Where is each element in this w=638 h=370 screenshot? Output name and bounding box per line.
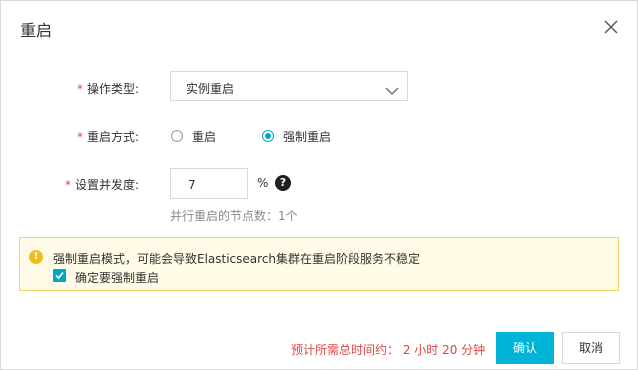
radio-force-restart[interactable]: 强制重启 (262, 128, 331, 144)
warning-banner: ! 强制重启模式，可能会导致Elasticsearch集群在重启阶段服务不稳定 … (19, 237, 619, 291)
concurrency-input[interactable]: 7 (170, 168, 248, 199)
radio-force-restart-label: 强制重启 (283, 129, 332, 144)
operation-type-value: 实例重启 (186, 82, 235, 96)
warning-text: 强制重启模式，可能会导致Elasticsearch集群在重启阶段服务不稳定 (53, 252, 421, 266)
parallel-nodes-hint: 并行重启的节点数：1个 (170, 209, 298, 223)
concurrency-label-text: 设置并发度: (75, 178, 140, 192)
restart-method-label-text: 重启方式: (87, 130, 140, 144)
estimated-time: 预计所需总时间约： 2 小时 20 分钟 (291, 343, 486, 357)
required-mark: * (65, 178, 71, 192)
radio-restart-label: 重启 (192, 129, 217, 144)
radio-circle[interactable] (171, 130, 183, 142)
confirm-force-checkbox[interactable] (53, 269, 66, 282)
restart-dialog: 重启 * 操作类型: 实例重启 * 重启方式: 重启 强制重启 * 设置并发度: 7 … (0, 0, 638, 370)
concurrency-label: * 设置并发度: (65, 176, 139, 193)
confirm-button[interactable]: 确认 (496, 332, 554, 364)
percent-unit: % (257, 176, 269, 190)
operation-type-label-text: 操作类型: (87, 82, 140, 96)
chevron-down-icon (385, 81, 399, 100)
close-icon[interactable] (602, 18, 620, 36)
required-mark: * (77, 82, 83, 96)
exclamation-icon: ! (29, 250, 43, 264)
dialog-title: 重启 (20, 21, 53, 40)
question-icon[interactable]: ? (275, 175, 291, 191)
restart-method-label: * 重启方式: (77, 128, 139, 145)
concurrency-value: 7 (188, 178, 196, 192)
radio-restart[interactable]: 重启 (171, 128, 216, 144)
operation-type-select[interactable]: 实例重启 (170, 71, 408, 101)
radio-circle-selected[interactable] (262, 130, 274, 142)
operation-type-label: * 操作类型: (77, 80, 139, 97)
cancel-button[interactable]: 取消 (562, 332, 620, 364)
required-mark: * (77, 130, 83, 144)
confirm-force-label[interactable]: 确定要强制重启 (75, 269, 159, 286)
